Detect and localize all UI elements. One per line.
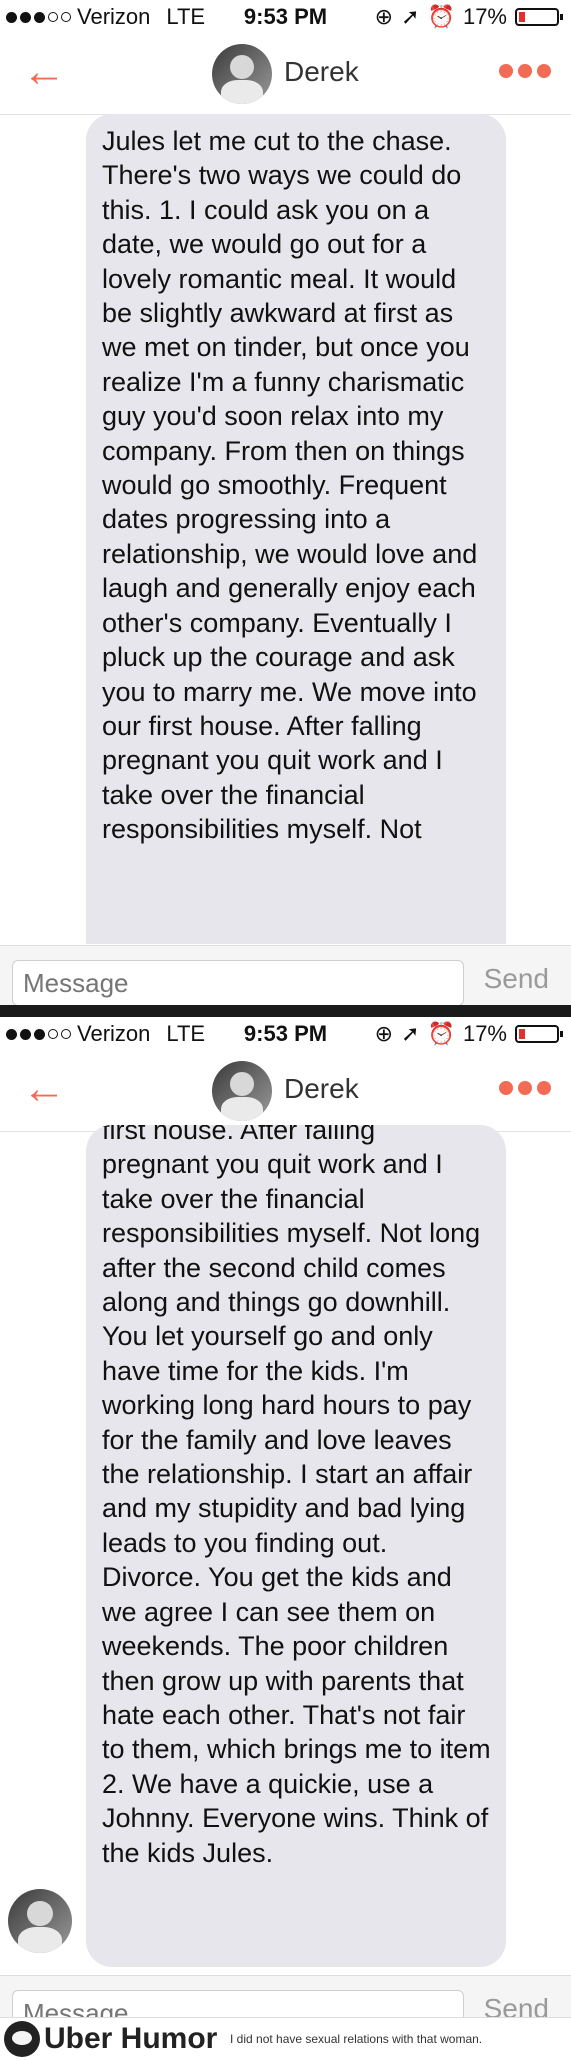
tagline: I did not have sexual relations with tha… xyxy=(230,2032,483,2046)
send-button[interactable]: Send xyxy=(478,1992,555,2017)
avatar[interactable] xyxy=(212,1061,272,1121)
message-bubble: first house. After falling pregnant you … xyxy=(86,1125,506,1967)
message-bubble: Jules let me cut to the chase. There's t… xyxy=(86,114,506,944)
message-text: pregnant you quit work and I take over t… xyxy=(102,1149,491,1868)
message-text: Jules let me cut to the chase. There's t… xyxy=(102,126,478,845)
chat-header: ← Derek xyxy=(0,34,571,115)
divider xyxy=(0,1005,571,1017)
more-dots-icon[interactable] xyxy=(499,1081,551,1095)
battery-percent: 17% xyxy=(462,1021,507,1046)
battery-icon xyxy=(515,1025,563,1043)
arrow-left-icon[interactable]: ← xyxy=(22,1067,66,1111)
alarm-icon: ⏰ xyxy=(427,1021,455,1046)
battery-percent: 17% xyxy=(462,4,507,29)
status-bar: Verizon LTE 9:53 PM ⊕ ➚ ⏰ 17% xyxy=(0,0,571,34)
brand-name: Uber Humor xyxy=(44,2022,218,2055)
arrow-left-icon[interactable]: ← xyxy=(22,50,66,94)
contact-name[interactable]: Derek xyxy=(284,1073,359,1105)
sender-avatar[interactable] xyxy=(8,1889,72,1953)
alarm-icon: ⏰ xyxy=(427,4,455,29)
more-dots-icon[interactable] xyxy=(499,64,551,78)
send-button[interactable]: Send xyxy=(478,962,555,996)
lock-rotation-icon: ⊕ xyxy=(374,4,394,29)
owl-logo-icon xyxy=(4,2021,40,2057)
compose-bar: Send xyxy=(0,945,571,1005)
location-icon: ➚ xyxy=(401,4,420,29)
message-input[interactable] xyxy=(12,960,464,1005)
screenshot-bottom: Verizon LTE 9:53 PM ⊕ ➚ ⏰ 17% ← Derek fi… xyxy=(0,1017,571,2017)
message-input[interactable] xyxy=(12,1990,464,2017)
screenshot-top: Verizon LTE 9:53 PM ⊕ ➚ ⏰ 17% ← Derek Ju… xyxy=(0,0,571,1005)
chat-header: ← Derek xyxy=(0,1051,571,1132)
compose-bar: Send xyxy=(0,1975,571,2017)
status-bar: Verizon LTE 9:53 PM ⊕ ➚ ⏰ 17% xyxy=(0,1017,571,1051)
battery-icon xyxy=(515,8,563,26)
lock-rotation-icon: ⊕ xyxy=(374,1021,394,1046)
contact-name[interactable]: Derek xyxy=(284,56,359,88)
location-icon: ➚ xyxy=(401,1021,420,1046)
watermark-footer: Uber Humor I did not have sexual relatio… xyxy=(0,2017,571,2061)
avatar[interactable] xyxy=(212,44,272,104)
message-text-cutoff: first house. After falling xyxy=(102,1125,376,1145)
